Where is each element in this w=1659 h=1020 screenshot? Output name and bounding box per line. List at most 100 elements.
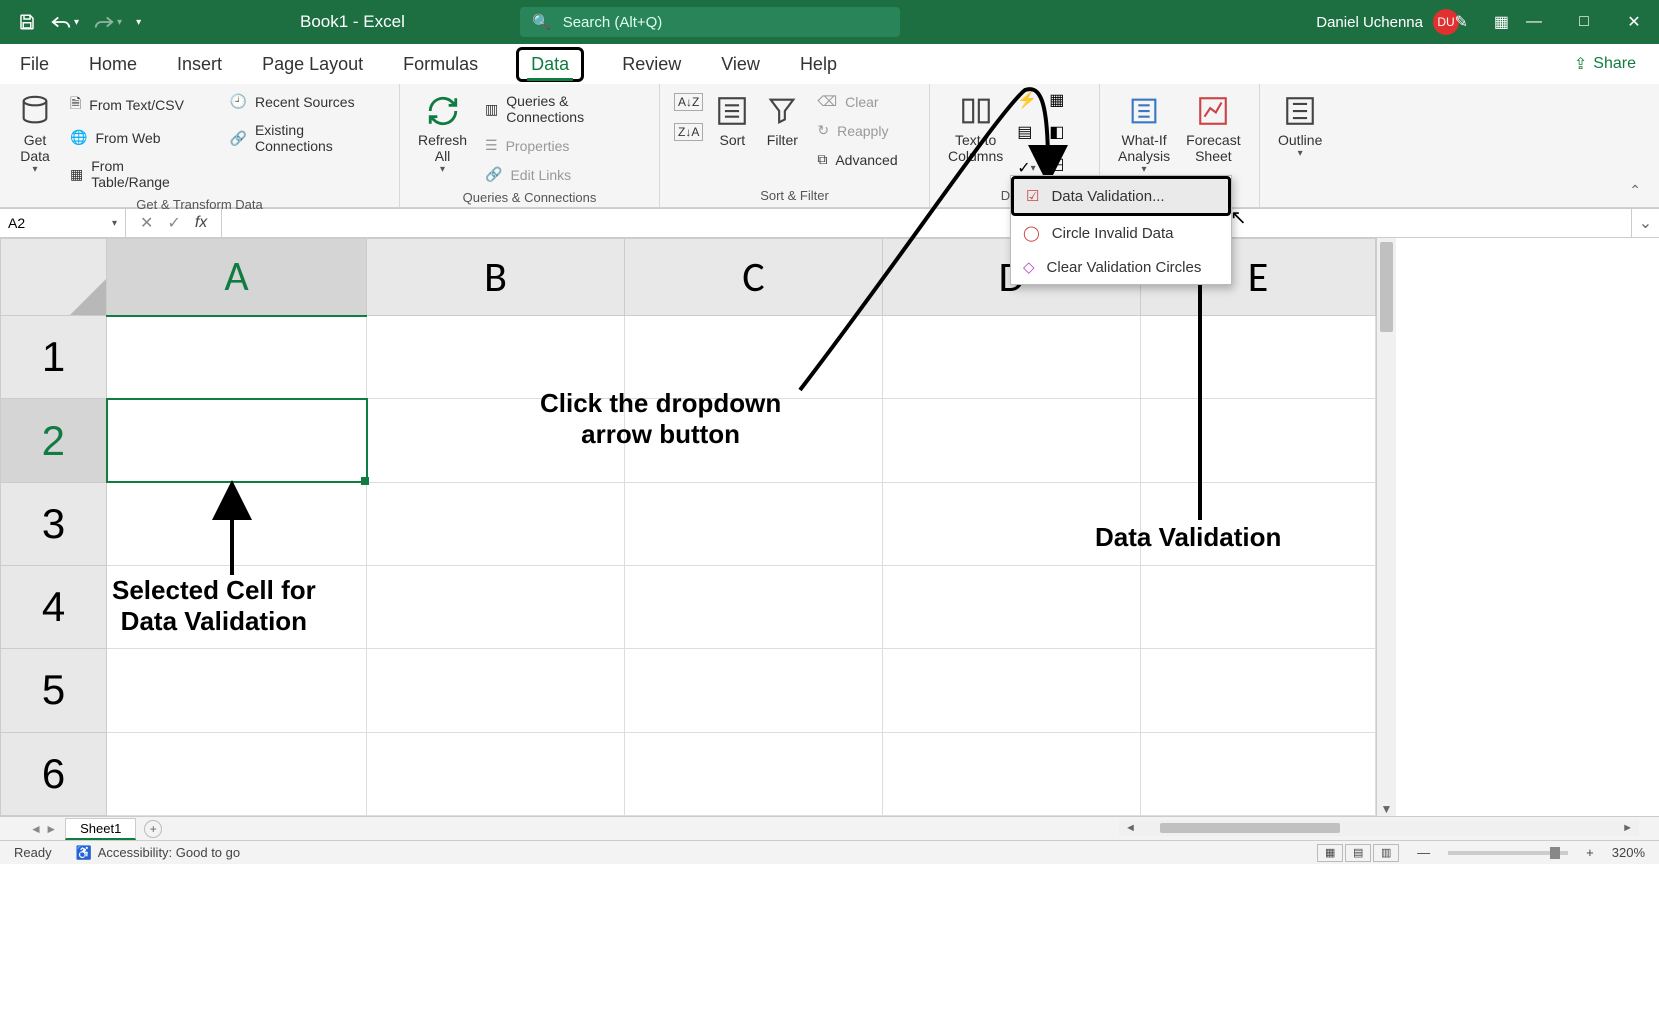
cell-c6[interactable] — [625, 732, 883, 815]
normal-view-button[interactable]: ▦ — [1317, 844, 1343, 862]
cell-b1[interactable] — [367, 316, 625, 399]
col-header-c[interactable]: C — [625, 239, 883, 316]
tab-file[interactable]: File — [18, 48, 51, 81]
expand-formula-bar[interactable]: ⌄ — [1631, 209, 1659, 237]
col-header-b[interactable]: B — [367, 239, 625, 316]
user-area[interactable]: Daniel Uchenna DU — [1316, 9, 1459, 35]
add-sheet-button[interactable]: + — [144, 820, 162, 838]
from-text-csv-button[interactable]: 🗎From Text/CSV — [66, 90, 210, 120]
row-header-3[interactable]: 3 — [1, 482, 107, 565]
close-button[interactable]: ✕ — [1609, 0, 1659, 44]
cancel-icon[interactable]: ✕ — [140, 213, 153, 233]
zoom-out-button[interactable]: — — [1417, 845, 1430, 860]
cell-a1[interactable] — [107, 316, 367, 399]
tab-data[interactable]: Data — [516, 47, 584, 82]
circle-invalid-menu-item[interactable]: ◯ Circle Invalid Data — [1011, 216, 1231, 250]
cell-d2[interactable] — [883, 399, 1141, 482]
cell-b3[interactable] — [367, 482, 625, 565]
enter-icon[interactable]: ✓ — [167, 213, 180, 233]
collapse-ribbon-button[interactable]: ⌃ — [1629, 182, 1641, 199]
sort-za-button[interactable]: Z↓A — [670, 120, 707, 144]
tab-page-layout[interactable]: Page Layout — [260, 48, 365, 81]
redo-button[interactable]: ▾ — [93, 14, 122, 30]
from-web-button[interactable]: 🌐From Web — [66, 126, 210, 149]
cell-e4[interactable] — [1141, 566, 1376, 649]
cell-d4[interactable] — [883, 566, 1141, 649]
cell-c5[interactable] — [625, 649, 883, 732]
sort-button[interactable]: Sort — [707, 90, 757, 152]
restore-button[interactable]: □ — [1559, 0, 1609, 44]
scroll-left-icon[interactable]: ◄ — [1119, 822, 1142, 834]
tab-help[interactable]: Help — [798, 48, 839, 81]
page-layout-view-button[interactable]: ▤ — [1345, 844, 1371, 862]
scroll-down-icon[interactable]: ▼ — [1377, 802, 1396, 816]
advanced-filter-button[interactable]: ⧉Advanced — [813, 148, 901, 171]
row-header-4[interactable]: 4 — [1, 566, 107, 649]
from-table-range-button[interactable]: ▦From Table/Range — [66, 155, 210, 193]
remove-dup-icon[interactable]: ▤ — [1017, 122, 1045, 150]
cell-c3[interactable] — [625, 482, 883, 565]
row-header-2[interactable]: 2 — [1, 399, 107, 482]
sheet-nav[interactable]: ◄ ► — [30, 822, 57, 836]
consolidate-icon[interactable]: ▦ — [1049, 90, 1077, 118]
cell-b6[interactable] — [367, 732, 625, 815]
whatif-button[interactable]: What-If Analysis ▾ — [1110, 90, 1178, 179]
zoom-slider[interactable] — [1448, 851, 1568, 855]
forecast-sheet-button[interactable]: Forecast Sheet — [1178, 90, 1248, 168]
sheet-tab-sheet1[interactable]: Sheet1 — [65, 818, 136, 840]
fx-icon[interactable]: fx — [195, 214, 207, 232]
minimize-button[interactable]: — — [1509, 0, 1559, 44]
recent-sources-button[interactable]: 🕘Recent Sources — [226, 90, 389, 113]
get-data-button[interactable]: Get Data ▾ — [10, 90, 60, 179]
cell-a6[interactable] — [107, 732, 367, 815]
page-break-view-button[interactable]: ▥ — [1373, 844, 1399, 862]
tab-formulas[interactable]: Formulas — [401, 48, 480, 81]
filter-button[interactable]: Filter — [757, 90, 807, 152]
tab-view[interactable]: View — [719, 48, 762, 81]
outline-button[interactable]: Outline ▾ — [1270, 90, 1330, 163]
zoom-knob[interactable] — [1550, 847, 1560, 859]
zoom-in-button[interactable]: + — [1586, 845, 1594, 860]
row-header-1[interactable]: 1 — [1, 316, 107, 399]
queries-connections-button[interactable]: ▥Queries & Connections — [481, 90, 649, 128]
qat-customize-icon[interactable]: ▾ — [136, 17, 141, 28]
cell-e6[interactable] — [1141, 732, 1376, 815]
horizontal-scrollbar[interactable]: ◄ ► — [1119, 820, 1639, 836]
tab-review[interactable]: Review — [620, 48, 683, 81]
scroll-right-icon[interactable]: ► — [1616, 822, 1639, 834]
search-box[interactable]: 🔍 Search (Alt+Q) — [520, 7, 900, 37]
mode-icon[interactable]: ▦ — [1494, 12, 1509, 32]
zoom-level[interactable]: 320% — [1612, 845, 1645, 860]
tab-insert[interactable]: Insert — [175, 48, 224, 81]
tab-home[interactable]: Home — [87, 48, 139, 81]
cell-d1[interactable] — [883, 316, 1141, 399]
cell-d6[interactable] — [883, 732, 1141, 815]
data-validation-menu-item[interactable]: ☑ Data Validation... — [1011, 176, 1231, 216]
select-all-corner[interactable] — [1, 239, 107, 316]
cell-d5[interactable] — [883, 649, 1141, 732]
existing-connections-button[interactable]: 🔗Existing Connections — [226, 119, 389, 157]
cell-e1[interactable] — [1141, 316, 1376, 399]
row-header-6[interactable]: 6 — [1, 732, 107, 815]
sort-az-button[interactable]: A↓Z — [670, 90, 707, 114]
clear-circles-menu-item[interactable]: ◇ Clear Validation Circles — [1011, 250, 1231, 284]
name-box[interactable]: A2 ▾ — [0, 209, 126, 237]
pen-icon[interactable]: ✎ — [1454, 12, 1467, 32]
scrollbar-thumb[interactable] — [1160, 823, 1340, 833]
cell-e2[interactable] — [1141, 399, 1376, 482]
cell-c4[interactable] — [625, 566, 883, 649]
cell-a3[interactable] — [107, 482, 367, 565]
col-header-a[interactable]: A — [107, 239, 367, 316]
text-to-columns-button[interactable]: Text to Columns — [940, 90, 1011, 168]
cell-a2[interactable] — [107, 399, 367, 482]
cell-b4[interactable] — [367, 566, 625, 649]
row-header-5[interactable]: 5 — [1, 649, 107, 732]
cell-c1[interactable] — [625, 316, 883, 399]
flash-fill-icon[interactable]: ⚡ — [1017, 90, 1045, 118]
save-icon[interactable] — [18, 13, 36, 31]
vertical-scrollbar[interactable]: ▲ ▼ — [1376, 238, 1396, 816]
cell-b5[interactable] — [367, 649, 625, 732]
refresh-all-button[interactable]: Refresh All ▾ — [410, 90, 475, 179]
share-button[interactable]: ⇪ Share — [1565, 49, 1645, 79]
relationships-icon[interactable]: ◧ — [1049, 122, 1077, 150]
